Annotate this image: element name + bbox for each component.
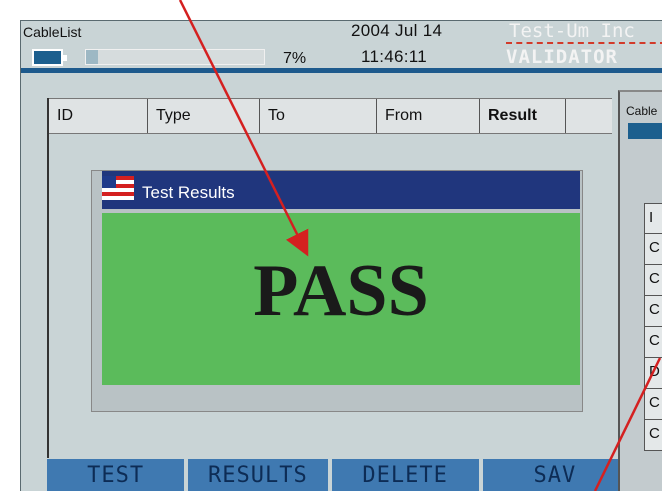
date-display: 2004 Jul 14 xyxy=(351,21,443,40)
battery-icon xyxy=(32,49,67,66)
test-button[interactable]: TEST xyxy=(47,459,185,491)
column-header-to[interactable]: To xyxy=(260,99,377,133)
test-results-dialog: Test Results PASS xyxy=(91,170,583,412)
cable-window-list: I C C C C D C C xyxy=(644,203,662,451)
cable-window-title: Cable xyxy=(626,104,658,118)
results-button[interactable]: RESULTS xyxy=(188,459,328,491)
column-header-id[interactable]: ID xyxy=(49,99,148,133)
dialog-titlebar: Test Results xyxy=(102,171,580,209)
save-button[interactable]: SAV xyxy=(482,459,627,491)
list-item[interactable]: C xyxy=(644,327,662,358)
progress-fill xyxy=(86,50,99,64)
column-headers: ID Type To From Result xyxy=(49,98,612,134)
column-header-result[interactable]: Result xyxy=(480,99,566,133)
column-header-type[interactable]: Type xyxy=(148,99,260,133)
column-header-from[interactable]: From xyxy=(377,99,480,133)
pass-result: PASS xyxy=(253,250,429,332)
result-panel: PASS xyxy=(102,213,580,385)
battery-percent: 7% xyxy=(283,50,307,67)
brand-underline xyxy=(506,42,662,44)
progress-bar xyxy=(85,49,265,65)
flag-icon xyxy=(102,176,134,200)
list-item[interactable]: C xyxy=(644,296,662,327)
cable-window-battery-icon xyxy=(628,123,662,139)
delete-button[interactable]: DELETE xyxy=(331,459,479,491)
list-item[interactable]: C xyxy=(644,420,662,451)
device-screen: CableList 2004 Jul 14 Test-Um Inc VALIDA… xyxy=(20,20,662,491)
list-item[interactable]: C xyxy=(644,389,662,420)
softkey-bar: TEST RESULTS DELETE SAV xyxy=(47,459,627,491)
header-divider xyxy=(21,68,662,73)
list-item[interactable]: C xyxy=(644,265,662,296)
list-item[interactable]: D xyxy=(644,358,662,389)
cable-window[interactable]: Cable I C C C C D C C xyxy=(618,90,662,491)
list-item[interactable]: C xyxy=(644,234,662,265)
brand-product: VALIDATOR xyxy=(506,46,618,68)
list-item[interactable]: I xyxy=(644,203,662,234)
clock: 11:46:11 xyxy=(361,47,428,66)
dialog-title: Test Results xyxy=(142,183,235,202)
brand-name: Test-Um Inc xyxy=(509,20,635,42)
app-title: CableList xyxy=(23,24,82,40)
